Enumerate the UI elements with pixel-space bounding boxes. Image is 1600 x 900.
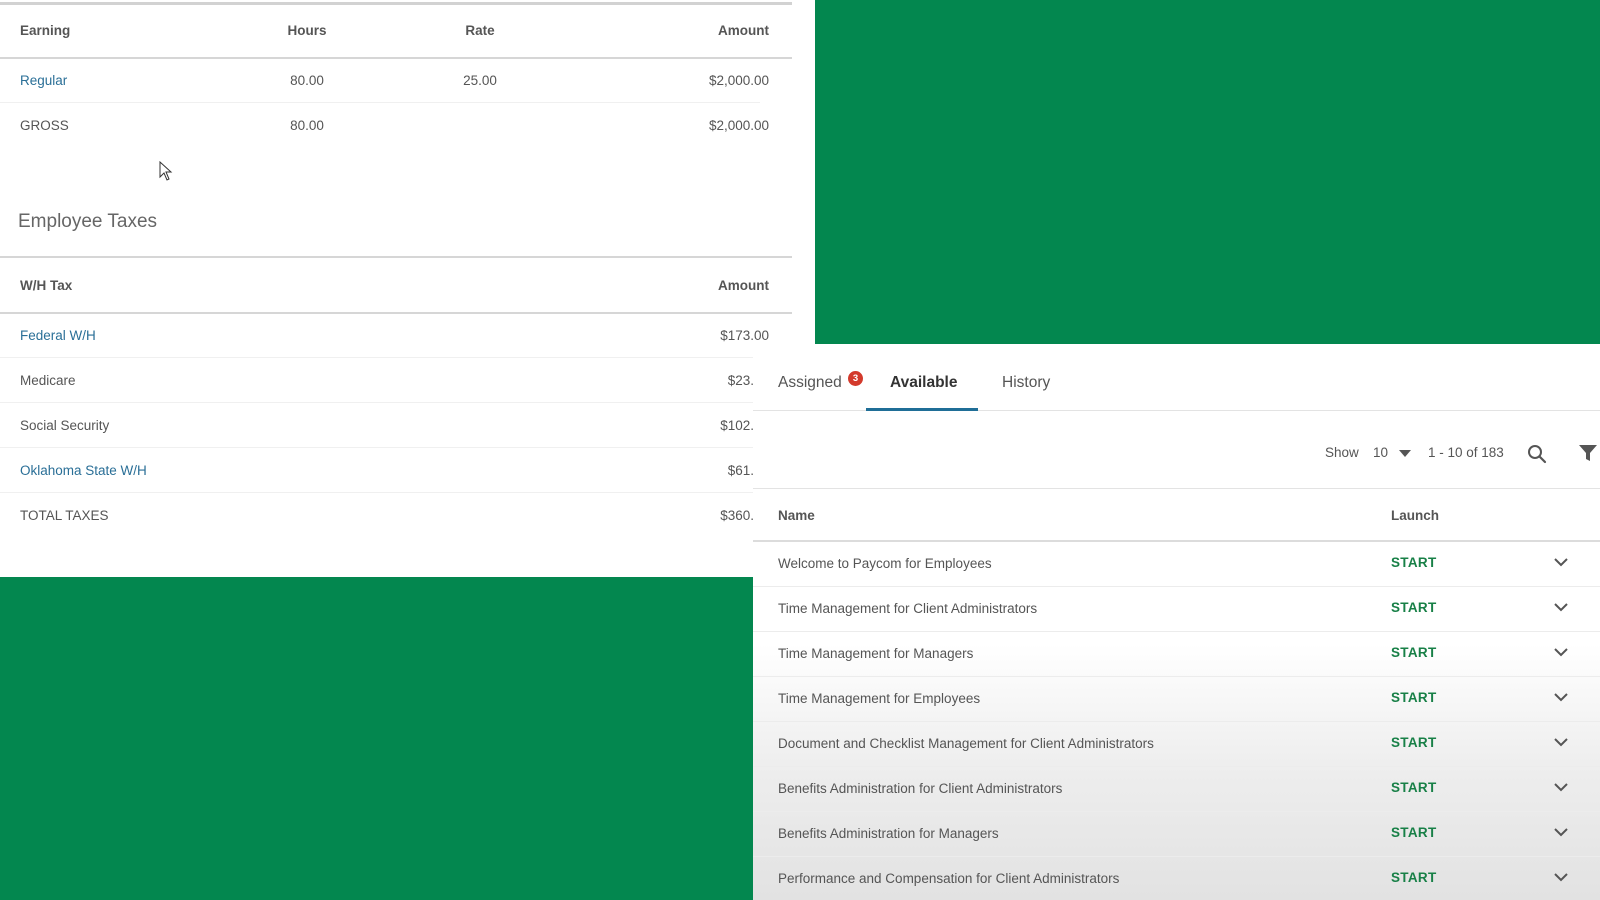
table-row: Time Management for Managers START <box>753 632 1600 677</box>
training-panel: Assigned 3 Available History Show 10 1 -… <box>753 344 1600 900</box>
chevron-down-icon[interactable] <box>1553 871 1569 883</box>
rate-column-header: Rate <box>465 23 495 38</box>
earnings-header-divider <box>0 57 792 59</box>
launch-column-header: Launch <box>1391 508 1440 523</box>
earning-column-header: Earning <box>20 23 71 38</box>
filter-icon[interactable] <box>1578 443 1598 463</box>
start-button[interactable]: START <box>1391 555 1437 570</box>
table-row: Welcome to Paycom for Employees START <box>753 542 1600 587</box>
total-taxes-label: TOTAL TAXES <box>20 508 109 523</box>
paystub-panel: Earning Hours Rate Amount Regular 80.00 … <box>0 0 815 577</box>
employee-taxes-title: Employee Taxes <box>18 211 158 232</box>
tab-assigned[interactable]: Assigned <box>778 374 842 392</box>
oklahoma-state-wh-amount: $61. <box>727 463 754 478</box>
page-size-value: 10 <box>1373 445 1389 460</box>
search-icon[interactable] <box>1527 444 1547 464</box>
row-divider <box>0 357 760 358</box>
show-label: Show <box>1325 445 1359 460</box>
social-security-amount: $102. <box>720 418 754 433</box>
course-name: Time Management for Employees <box>778 691 981 706</box>
chevron-down-icon[interactable] <box>1553 646 1569 658</box>
row-divider <box>0 402 760 403</box>
chevron-down-icon[interactable] <box>1553 736 1569 748</box>
tax-amount-column-header: Amount <box>718 278 769 293</box>
tax-federal-wh-link[interactable]: Federal W/H <box>20 328 96 344</box>
name-column-header: Name <box>778 508 815 523</box>
table-row: Time Management for Employees START <box>753 677 1600 722</box>
assigned-count-badge: 3 <box>848 371 863 386</box>
start-button[interactable]: START <box>1391 825 1437 840</box>
course-name: Welcome to Paycom for Employees <box>778 556 992 571</box>
chevron-down-icon[interactable] <box>1553 556 1569 568</box>
tab-available[interactable]: Available <box>890 374 958 392</box>
table-row: Benefits Administration for Managers STA… <box>753 812 1600 857</box>
page-size-select[interactable]: 10 <box>1373 445 1412 460</box>
course-name: Document and Checklist Management for Cl… <box>778 736 1154 751</box>
chevron-down-icon[interactable] <box>1553 601 1569 613</box>
active-tab-indicator <box>866 408 978 411</box>
regular-hours: 80.00 <box>290 73 324 88</box>
gross-hours: 80.00 <box>290 118 324 133</box>
taxes-header-divider <box>0 312 792 314</box>
taxes-top-divider <box>0 256 792 258</box>
start-button[interactable]: START <box>1391 870 1437 885</box>
tab-history[interactable]: History <box>1002 374 1050 392</box>
federal-wh-amount: $173.00 <box>720 328 769 343</box>
wh-tax-column-header: W/H Tax <box>20 278 73 293</box>
total-taxes-amount: $360. <box>720 508 754 523</box>
tax-oklahoma-state-wh-link[interactable]: Oklahoma State W/H <box>20 463 147 479</box>
toolbar-divider <box>753 488 1600 489</box>
row-divider <box>0 492 760 493</box>
tax-medicare-label: Medicare <box>20 373 76 388</box>
chevron-down-icon[interactable] <box>1553 781 1569 793</box>
start-button[interactable]: START <box>1391 780 1437 795</box>
dropdown-arrow-icon <box>1398 450 1411 458</box>
start-button[interactable]: START <box>1391 690 1437 705</box>
tax-social-security-label: Social Security <box>20 418 110 433</box>
course-name: Time Management for Managers <box>778 646 974 661</box>
table-row: Time Management for Client Administrator… <box>753 587 1600 632</box>
start-button[interactable]: START <box>1391 645 1437 660</box>
regular-amount: $2,000.00 <box>708 73 769 88</box>
chevron-down-icon[interactable] <box>1553 826 1569 838</box>
mouse-cursor-icon <box>159 161 173 181</box>
earning-gross-label: GROSS <box>20 118 69 133</box>
course-name: Benefits Administration for Client Admin… <box>778 781 1063 796</box>
medicare-amount: $23. <box>727 373 754 388</box>
pagination-range: 1 - 10 of 183 <box>1428 445 1504 460</box>
start-button[interactable]: START <box>1391 735 1437 750</box>
row-divider <box>0 447 760 448</box>
hours-column-header: Hours <box>287 23 327 38</box>
course-name: Benefits Administration for Managers <box>778 826 999 841</box>
start-button[interactable]: START <box>1391 600 1437 615</box>
course-name: Time Management for Client Administrator… <box>778 601 1038 616</box>
table-row: Benefits Administration for Client Admin… <box>753 767 1600 812</box>
amount-column-header: Amount <box>718 23 769 38</box>
top-divider <box>0 2 792 5</box>
earning-regular-link[interactable]: Regular <box>20 73 67 89</box>
row-divider <box>0 102 760 103</box>
table-row: Document and Checklist Management for Cl… <box>753 722 1600 767</box>
gross-amount: $2,000.00 <box>708 118 769 133</box>
table-row: Performance and Compensation for Client … <box>753 857 1600 900</box>
course-name: Performance and Compensation for Client … <box>778 871 1120 886</box>
regular-rate: 25.00 <box>463 73 497 88</box>
chevron-down-icon[interactable] <box>1553 691 1569 703</box>
